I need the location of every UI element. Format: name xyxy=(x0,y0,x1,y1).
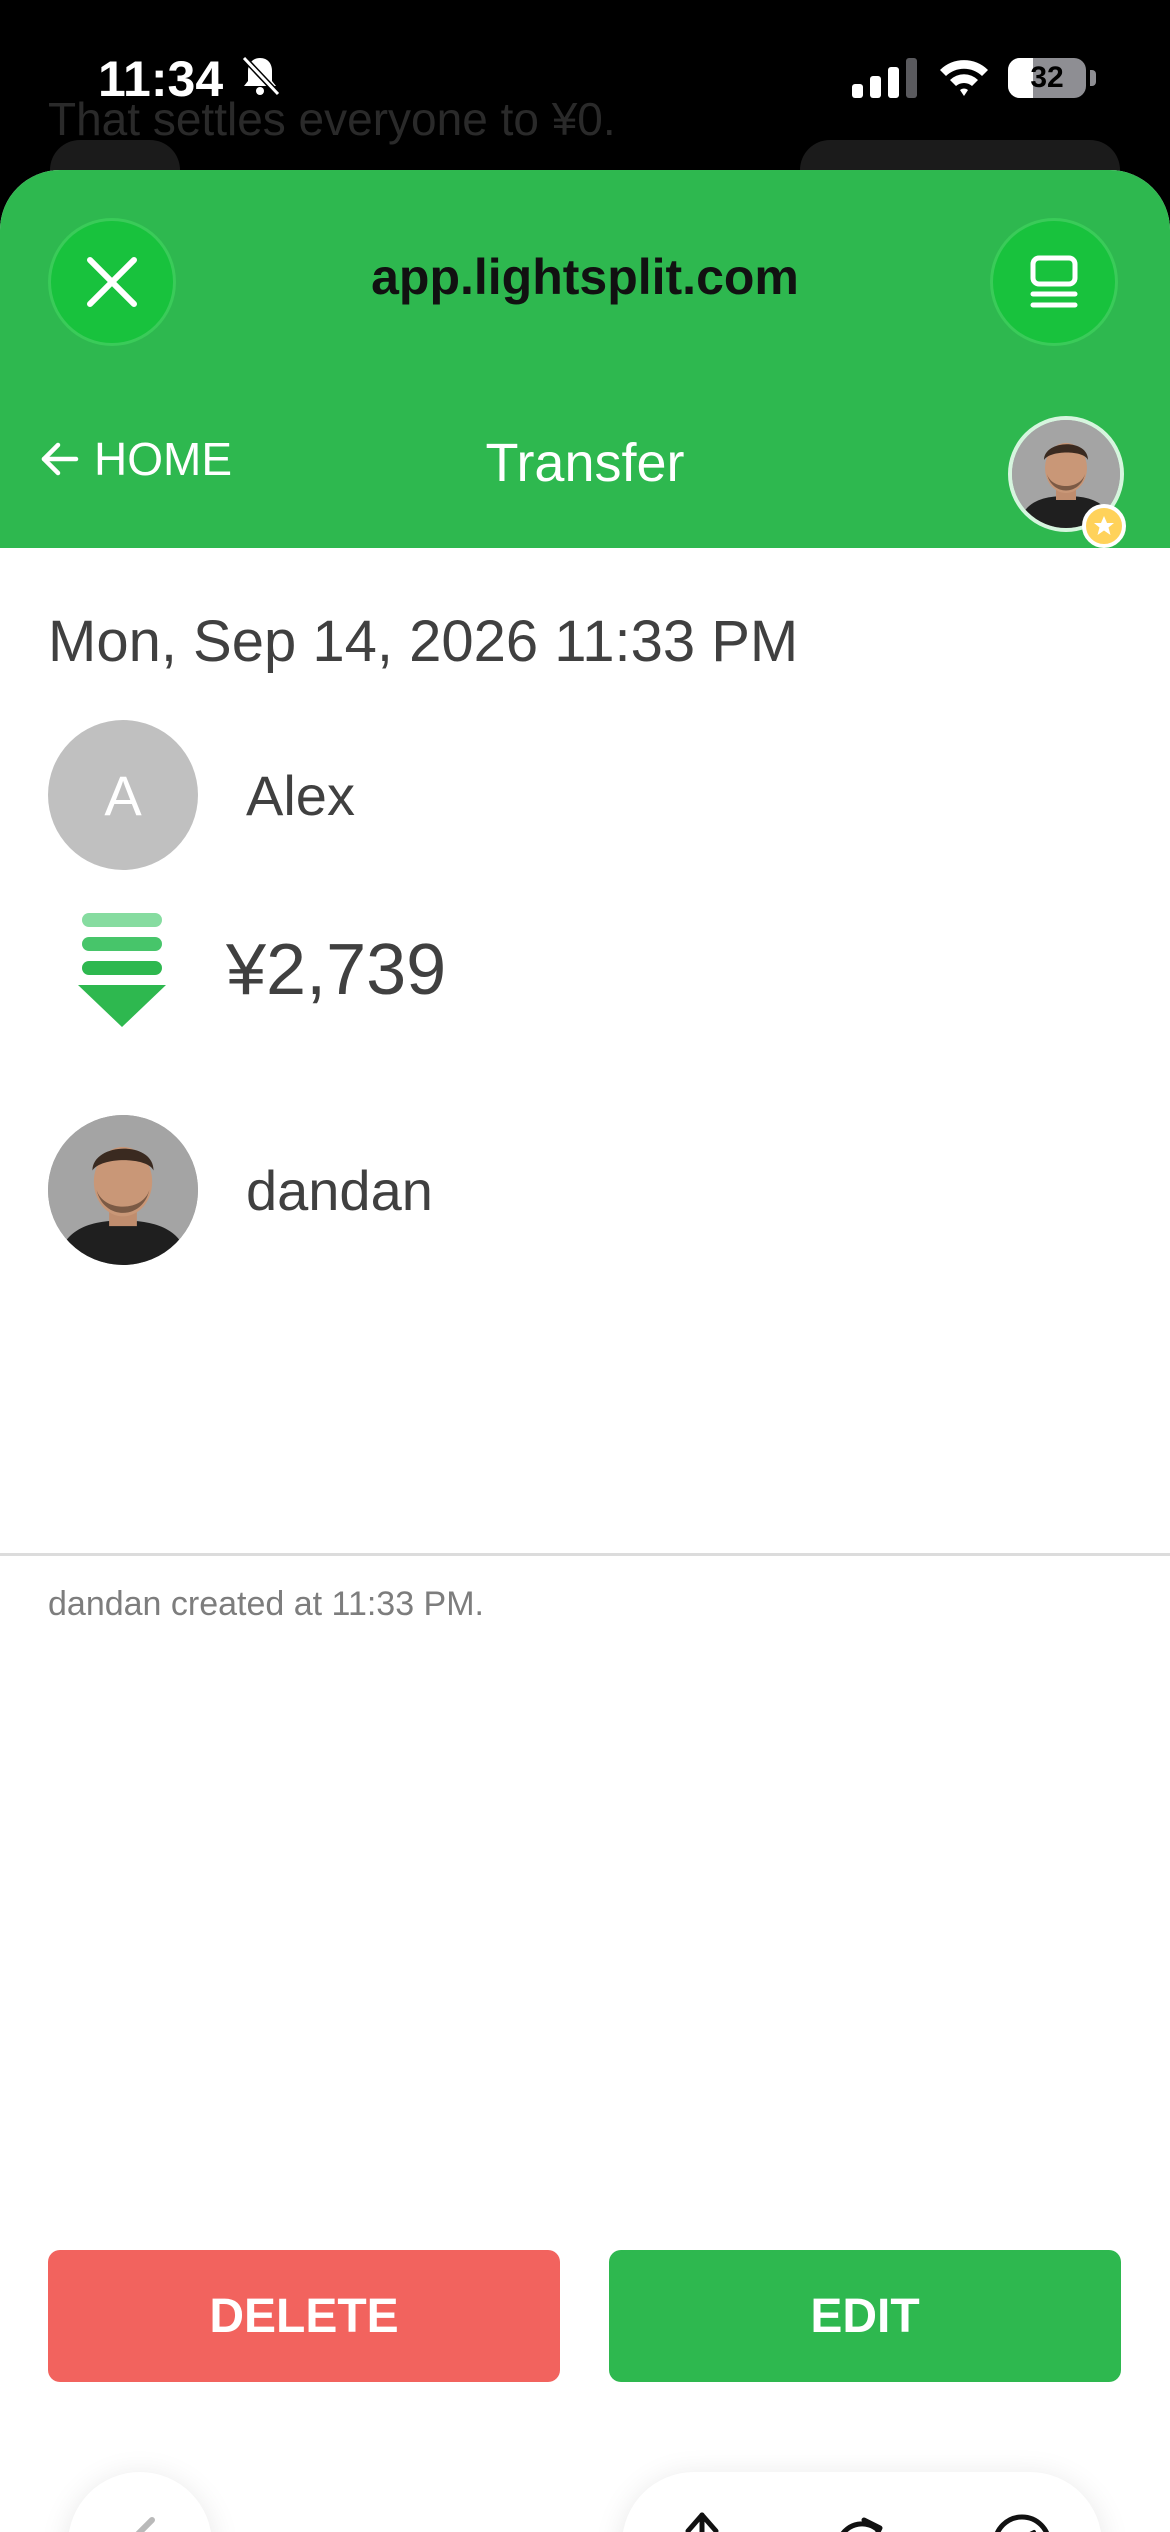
compass-button[interactable] xyxy=(982,2504,1062,2532)
tabs-button[interactable] xyxy=(990,218,1118,346)
home-back-link[interactable]: HOME xyxy=(40,432,232,486)
payee-avatar xyxy=(48,1115,198,1265)
browser-actions xyxy=(622,2472,1102,2532)
transfer-amount: ¥2,739 xyxy=(226,930,447,1010)
arrow-left-icon xyxy=(41,442,79,476)
payer-row[interactable]: A Alex xyxy=(48,720,355,870)
silent-bell-icon xyxy=(241,55,281,97)
battery-percentage: 32 xyxy=(1030,61,1064,94)
cellular-signal-icon xyxy=(852,58,917,98)
battery-cap xyxy=(1090,70,1096,86)
close-icon xyxy=(87,257,137,307)
page-title: Transfer xyxy=(485,433,685,493)
share-icon xyxy=(685,2512,719,2532)
status-bar: That settles everyone to ¥0. 11:34 32 xyxy=(0,0,1170,200)
tabs-icon xyxy=(1030,255,1078,308)
transfer-date: Mon, Sep 14, 2026 11:33 PM xyxy=(48,609,799,674)
payee-name: dandan xyxy=(246,1158,433,1222)
payer-avatar: A xyxy=(48,720,198,870)
app-header: HOME Transfer xyxy=(0,380,1170,548)
created-note: dandan created at 11:33 PM. xyxy=(48,1585,485,1623)
transfer-down-arrow-icon xyxy=(78,913,166,1027)
close-button[interactable] xyxy=(48,218,176,346)
wifi-icon xyxy=(940,60,988,96)
reload-icon xyxy=(840,2517,883,2532)
share-button[interactable] xyxy=(662,2504,742,2532)
star-badge-icon xyxy=(1082,504,1126,548)
divider xyxy=(0,1553,1170,1556)
home-label: HOME xyxy=(94,433,232,485)
battery-icon: 32 xyxy=(1008,58,1086,98)
delete-button[interactable]: DELETE xyxy=(48,2250,560,2382)
browser-toolbar: app.lightsplit.com xyxy=(0,170,1170,380)
status-time: 11:34 xyxy=(98,51,224,107)
edit-button[interactable]: EDIT xyxy=(609,2250,1121,2382)
browser-sheet: app.lightsplit.com HOME Transfer Mon, Se… xyxy=(0,170,1170,2532)
url-label[interactable]: app.lightsplit.com xyxy=(200,248,970,306)
chevron-left-icon xyxy=(135,2517,155,2532)
amount-row: ¥2,739 xyxy=(78,913,446,1027)
compass-icon xyxy=(995,2514,1049,2532)
payer-name: Alex xyxy=(246,763,355,827)
reload-button[interactable] xyxy=(822,2504,902,2532)
payee-row[interactable]: dandan xyxy=(48,1115,433,1265)
payee-photo xyxy=(48,1115,198,1265)
browser-back-button[interactable] xyxy=(68,2472,212,2532)
